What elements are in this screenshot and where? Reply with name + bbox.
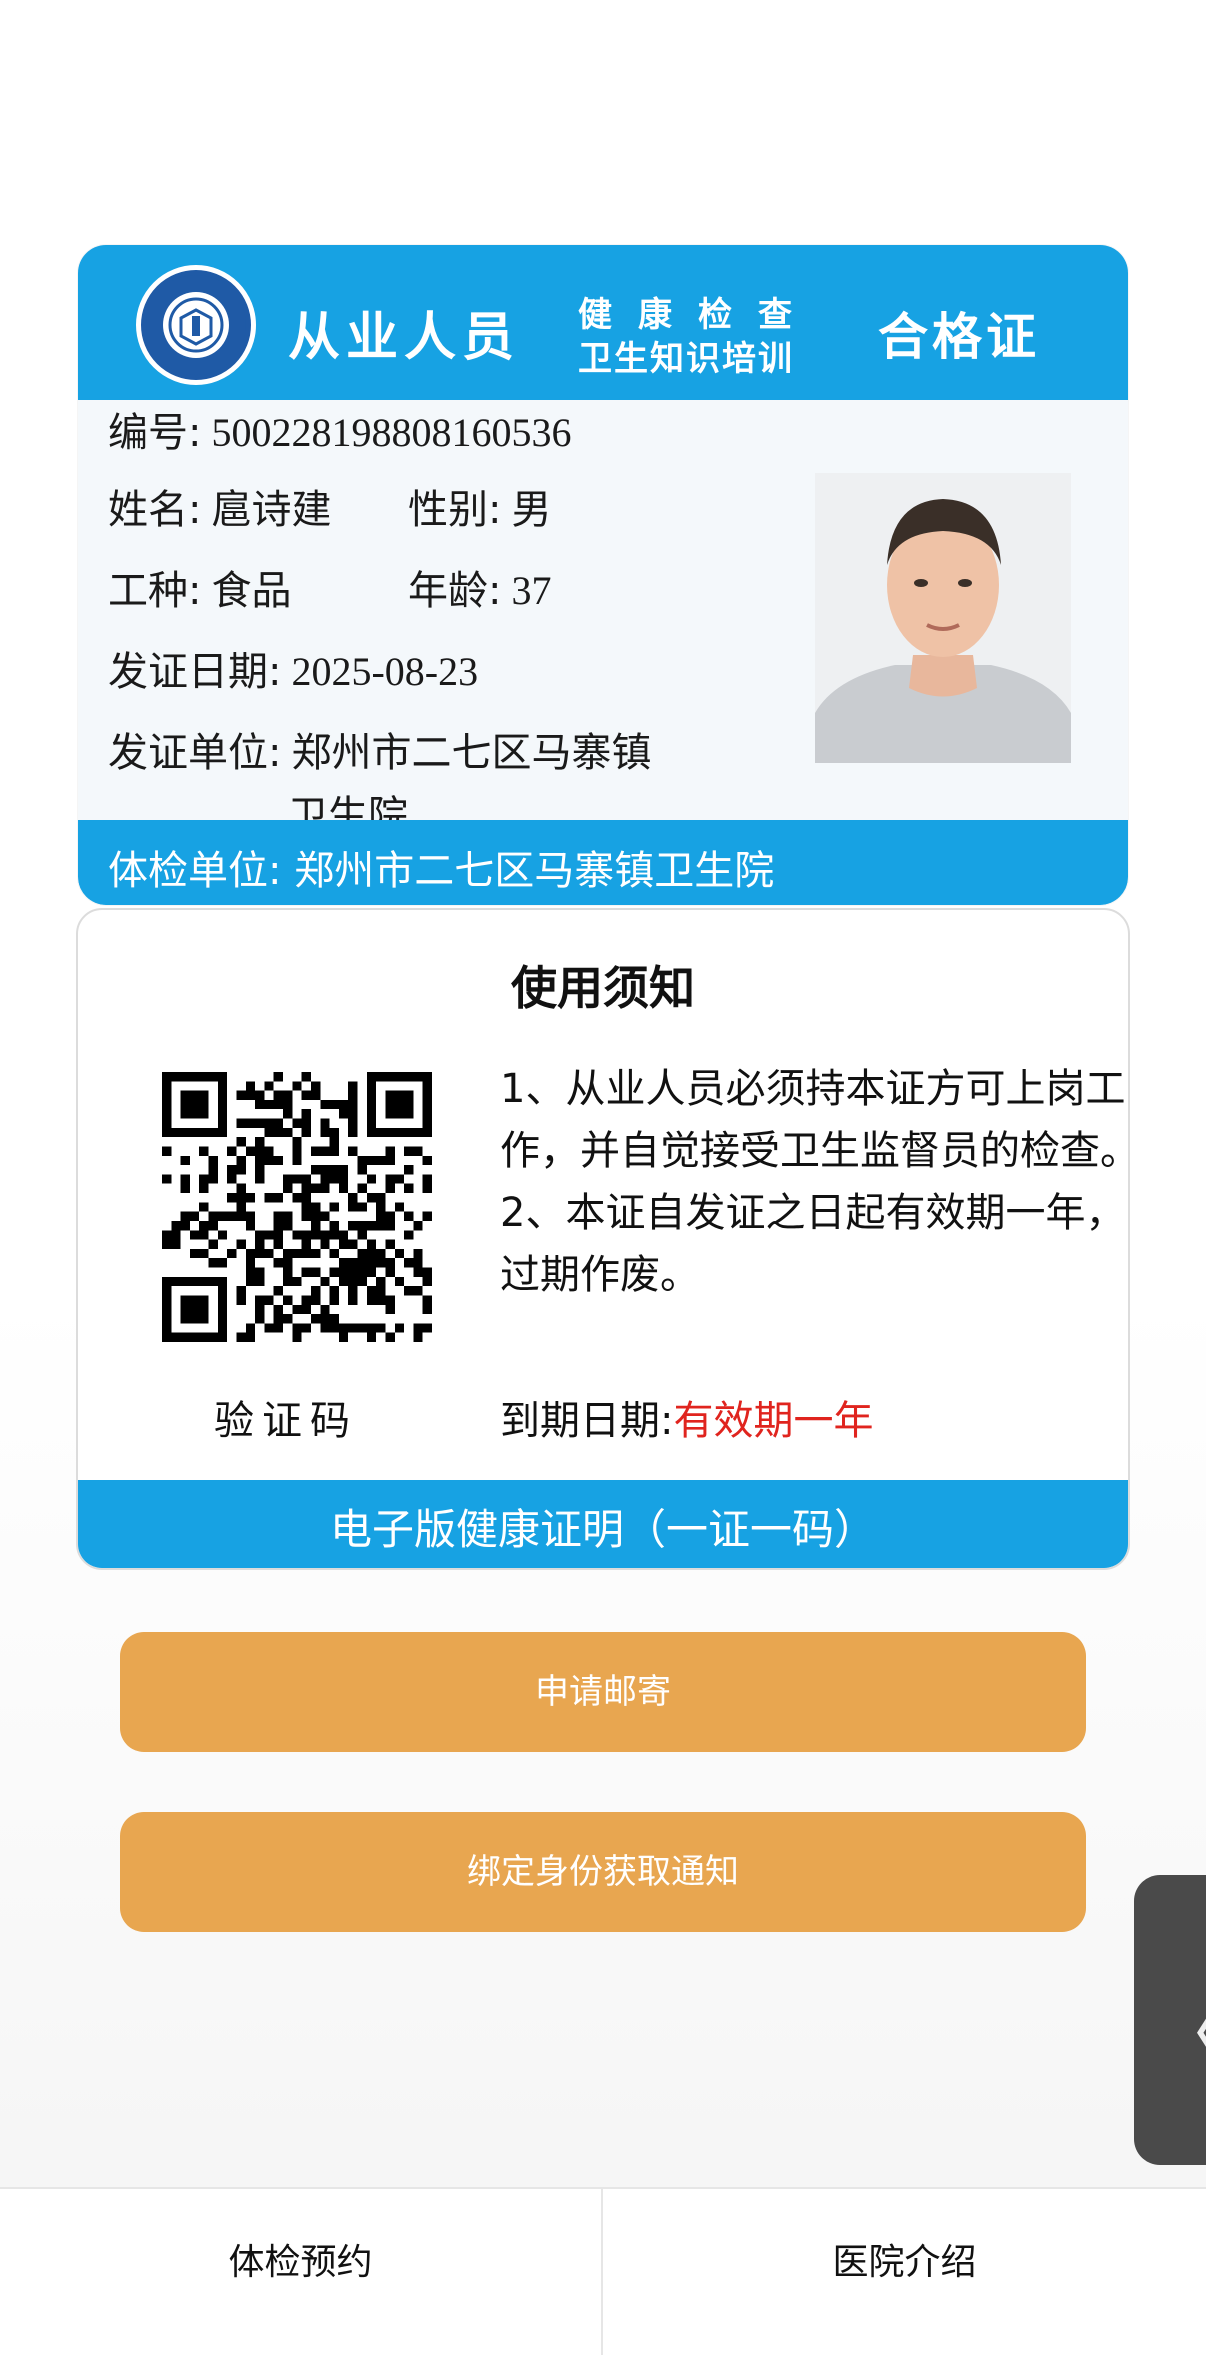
certificate-title-sub-2: 卫生知识培训 (578, 339, 794, 379)
job-value: 食品 (211, 568, 292, 614)
holder-job-type: 工种: 食品 (108, 558, 291, 616)
holder-photo (815, 473, 1071, 763)
tab-hospital-intro[interactable]: 医院介绍 (603, 2189, 1206, 2355)
exam-unit-value: 郑州市二七区马寨镇卫生院 (294, 848, 775, 894)
usage-notice-card: 使用须知 1、从业人员必须持本证方可上岗工作，并自觉接受卫生监督员的检查。 2、… (76, 908, 1130, 1570)
age-value: 37 (511, 568, 552, 613)
notice-rules: 1、从业人员必须持本证方可上岗工作，并自觉接受卫生监督员的检查。 2、本证自发证… (500, 1058, 1130, 1306)
name-label: 姓名: (108, 487, 202, 533)
issue-date-value: 2025-08-23 (291, 649, 479, 694)
chevron-left-icon: 〈 (1150, 1971, 1206, 2087)
issue-date: 发证日期: 2025-08-23 (108, 639, 478, 697)
health-inspection-emblem-icon (136, 265, 256, 385)
notice-rule-1: 1、从业人员必须持本证方可上岗工作，并自觉接受卫生监督员的检查。 (500, 1066, 1130, 1174)
expiry-date-value: 有效期一年 (673, 1398, 874, 1444)
holder-age: 年龄: 37 (408, 558, 551, 616)
expiry-date-label: 到期日期: (500, 1398, 674, 1444)
number-label: 编号: (108, 410, 202, 456)
job-label: 工种: (108, 568, 202, 614)
page: 从业人员 健康检查 卫生知识培训 合格证 编号: 500228198808160… (0, 0, 1206, 2355)
apply-mail-button[interactable]: 申请邮寄 (120, 1632, 1086, 1752)
notice-footer-bar: 电子版健康证明（一证一码） (78, 1480, 1128, 1568)
gender-value: 男 (511, 487, 552, 533)
issuer-label: 发证单位: (108, 730, 282, 776)
expiry-date: 到期日期:有效期一年 (500, 1388, 873, 1446)
notice-footer-text: 电子版健康证明（一证一码） (329, 1505, 876, 1554)
gender-label: 性别: (408, 487, 502, 533)
certificate-title-main: 从业人员 (288, 307, 521, 368)
certificate-number: 编号: 500228198808160536 (108, 400, 571, 458)
name-value: 扈诗建 (211, 487, 332, 533)
holder-gender: 性别: 男 (408, 477, 551, 535)
health-certificate-card: 从业人员 健康检查 卫生知识培训 合格证 编号: 500228198808160… (78, 245, 1128, 905)
notice-rule-2: 2、本证自发证之日起有效期一年，过期作废。 (500, 1190, 1126, 1298)
exam-unit-bar: 体检单位: 郑州市二七区马寨镇卫生院 (78, 820, 1128, 905)
notice-title: 使用须知 (511, 961, 695, 1015)
certificate-title-right: 合格证 (878, 307, 1040, 366)
certificate-header: 从业人员 健康检查 卫生知识培训 合格证 (78, 245, 1128, 400)
holder-name: 姓名: 扈诗建 (108, 477, 331, 535)
bind-identity-button[interactable]: 绑定身份获取通知 (120, 1812, 1086, 1932)
exam-unit: 体检单位: 郑州市二七区马寨镇卫生院 (108, 838, 774, 896)
tab-exam-booking[interactable]: 体检预约 (0, 2189, 603, 2355)
verification-code-label: 验证码 (214, 1398, 358, 1444)
verification-qr-code[interactable] (162, 1072, 432, 1342)
issuer-value-line1: 郑州市二七区马寨镇 (291, 730, 652, 776)
age-label: 年龄: (408, 568, 502, 614)
side-collapse-tab[interactable]: 〈 (1134, 1875, 1206, 2165)
exam-unit-label: 体检单位: (108, 848, 282, 894)
number-value: 500228198808160536 (211, 410, 572, 455)
certificate-title-sub-1: 健康检查 (578, 295, 818, 335)
bottom-nav: 体检预约 医院介绍 (0, 2187, 1206, 2355)
issuing-unit: 发证单位: 郑州市二七区马寨镇 (108, 720, 651, 778)
issue-date-label: 发证日期: (108, 649, 282, 695)
